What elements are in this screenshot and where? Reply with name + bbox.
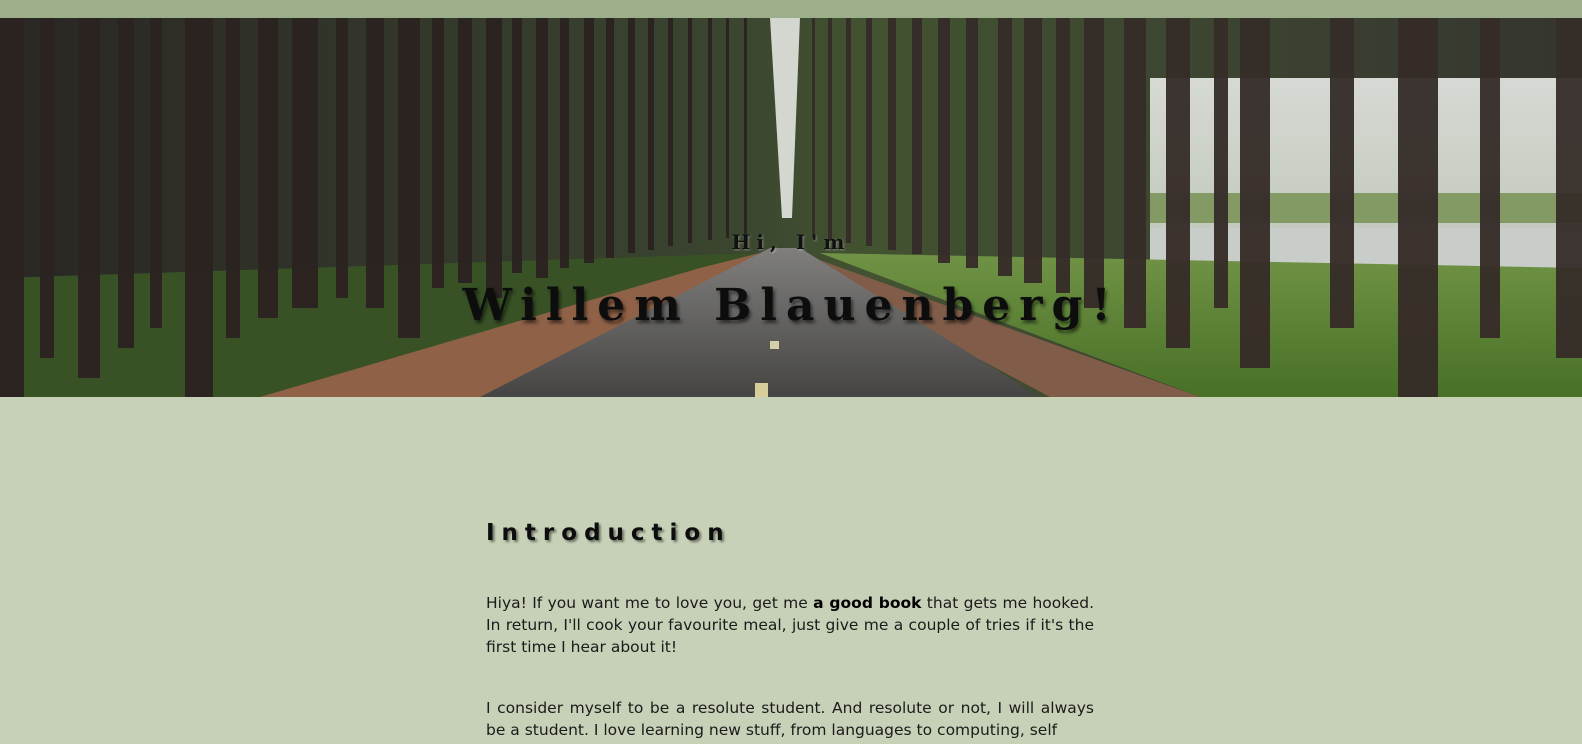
intro-text-bold: a good book <box>813 594 922 612</box>
top-bar <box>0 0 1582 18</box>
section-title: Introduction <box>486 520 731 546</box>
hero-greeting: Hi, I'm <box>731 230 851 254</box>
intro-paragraph-1: Hiya! If you want me to love you, get me… <box>486 592 1094 658</box>
intro-text-before: Hiya! If you want me to love you, get me <box>486 594 814 612</box>
introduction-section: Introduction Hiya! If you want me to lov… <box>486 520 1094 739</box>
forest-road-image <box>0 18 1582 397</box>
hero-name: Willem Blauenberg! <box>462 280 1120 331</box>
intro-paragraph-2: I consider myself to be a resolute stude… <box>486 699 1094 739</box>
hero-banner: Hi, I'm Willem Blauenberg! <box>0 18 1582 397</box>
